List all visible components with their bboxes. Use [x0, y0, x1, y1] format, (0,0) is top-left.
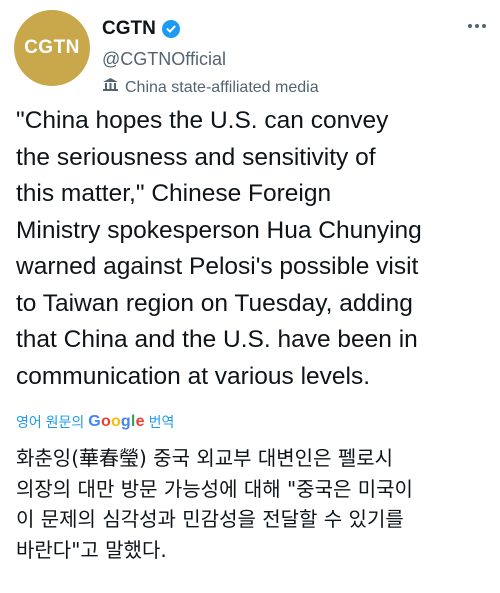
tweet-text: "China hopes the U.S. can convey the ser…	[16, 107, 422, 390]
avatar[interactable]: CGTN	[14, 10, 90, 86]
state-media-label[interactable]: China state-affiliated media	[102, 77, 319, 98]
translated-tweet-text: 화춘잉(華春瑩) 중국 외교부 대변인은 펠로시 의장의 대만 방문 가능성에 …	[16, 446, 413, 562]
translation-suffix: 번역	[148, 414, 175, 430]
display-name[interactable]: CGTN	[102, 18, 156, 40]
verified-badge-icon	[161, 20, 180, 38]
more-options-icon[interactable]	[468, 24, 486, 28]
state-media-text: China state-affiliated media	[125, 78, 319, 96]
translation-attribution[interactable]: 영어 원문의 Google 번역	[16, 412, 174, 432]
google-logo: Google	[88, 413, 145, 430]
translation-prefix: 영어 원문의	[16, 414, 85, 430]
state-media-icon	[102, 77, 119, 98]
account-handle[interactable]: @CGTNOfficial	[102, 49, 226, 70]
account-name-row[interactable]: CGTN	[102, 18, 180, 40]
avatar-logo-text: CGTN	[24, 37, 80, 58]
